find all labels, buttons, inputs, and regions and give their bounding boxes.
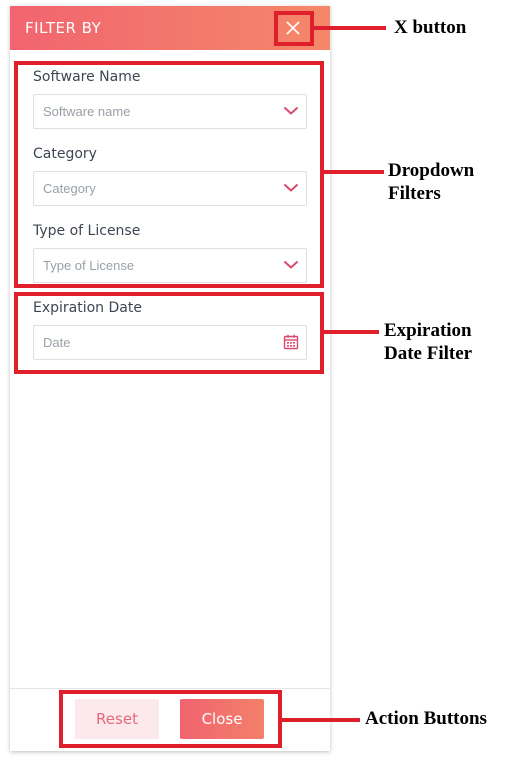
expiration-filter-annotation-line2: Date Filter xyxy=(384,343,473,364)
x-button-annotation: X button xyxy=(394,17,467,38)
expiration-filter-pointer-line xyxy=(324,330,379,334)
action-buttons-pointer-line xyxy=(282,718,360,722)
action-buttons-highlight xyxy=(59,690,282,748)
expiration-filter-annotation-line1: Expiration xyxy=(384,320,472,341)
x-button-pointer-line xyxy=(314,26,386,30)
dropdown-filters-pointer-line xyxy=(324,170,384,174)
expiration-filter-highlight xyxy=(14,292,324,374)
dropdown-filters-annotation-line2: Filters xyxy=(388,183,441,204)
dropdown-filters-highlight xyxy=(14,61,324,288)
dropdown-filters-annotation-line1: Dropdown xyxy=(388,160,475,181)
action-buttons-annotation: Action Buttons xyxy=(365,708,487,729)
panel-title: FILTER BY xyxy=(25,19,102,37)
x-button-highlight xyxy=(274,11,314,46)
screenshot-stage: FILTER BY Software Name Software name Ca… xyxy=(0,0,521,765)
footer-divider xyxy=(10,688,330,689)
